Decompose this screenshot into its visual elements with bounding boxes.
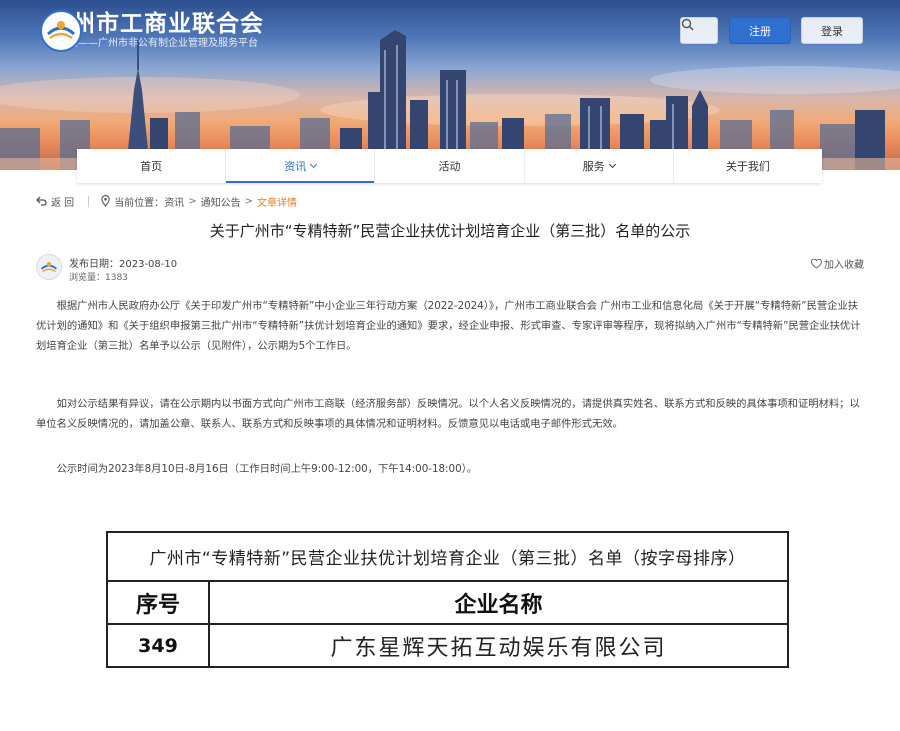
- header-banner: 广州市工商业联合会 穗企通——广州市非公有制企业管理及服务平台 注册 登录: [0, 0, 900, 170]
- location-icon: [101, 195, 110, 207]
- location-path: 当前位置： 资讯 > 通知公告 > 文章详情: [101, 194, 297, 209]
- article-meta: 发布日期：2023-08-10 浏览量：1383 加入收藏: [36, 254, 864, 284]
- nav-label: 资讯: [284, 160, 307, 173]
- table-row: 349 广东星辉天拓互动娱乐有限公司: [108, 625, 787, 666]
- search-button[interactable]: [680, 17, 718, 44]
- article-paragraph: 公示时间为2023年8月10日-8月16日（工作日时间上午9:00-12:00，…: [56, 463, 478, 475]
- nav-item-about[interactable]: 关于我们: [674, 149, 822, 183]
- breadcrumb-separator: >: [188, 195, 197, 207]
- register-button[interactable]: 注册: [729, 17, 791, 44]
- chevron-down-icon: [310, 160, 318, 169]
- nav-item-news[interactable]: 资讯: [226, 149, 376, 183]
- row-index: 349: [138, 634, 178, 657]
- site-logo[interactable]: 广州市工商业联合会 穗企通——广州市非公有制企业管理及服务平台: [40, 10, 264, 52]
- table-header-row: 序号 企业名称: [108, 582, 787, 625]
- article-title: 关于广州市“专精特新”民营企业扶优计划培育企业（第三批）名单的公示: [209, 222, 691, 240]
- nav-label: 关于我们: [725, 160, 770, 173]
- attachment-list-image: 广州市“专精特新”民营企业扶优计划培育企业（第三批）名单（按字母排序） 序号 企…: [106, 531, 789, 668]
- column-header-name: 企业名称: [454, 592, 543, 618]
- back-label: 返 回: [51, 197, 75, 209]
- article-paragraph: 根据广州市人民政府办公厅《关于印发广州市“专精特新”中小企业三年行动方案（202…: [36, 300, 861, 352]
- heart-icon: [811, 258, 822, 269]
- publish-date: 发布日期：2023-08-10: [69, 259, 178, 270]
- chevron-down-icon: [608, 160, 616, 169]
- login-button[interactable]: 登录: [801, 17, 863, 44]
- attachment-caption: 广州市“专精特新”民营企业扶优计划培育企业（第三批）名单（按字母排序）: [108, 533, 787, 582]
- breadcrumb-prefix: 当前位置：: [114, 197, 165, 209]
- breadcrumb: 返 回 当前位置： 资讯 > 通知公告 > 文章详情: [36, 194, 297, 209]
- back-icon: [36, 196, 47, 206]
- breadcrumb-item-news[interactable]: 资讯: [164, 194, 184, 209]
- favorite-label: 加入收藏: [824, 260, 864, 271]
- column-header-index: 序号: [135, 592, 180, 618]
- nav-item-home[interactable]: 首页: [77, 149, 227, 183]
- nav-item-events[interactable]: 活动: [375, 149, 525, 183]
- view-count: 浏览量：1383: [69, 273, 128, 283]
- breadcrumb-item-current: 文章详情: [256, 197, 297, 209]
- company-name: 广东星辉天拓互动娱乐有限公司: [330, 635, 667, 661]
- search-icon: [681, 18, 694, 31]
- back-button[interactable]: 返 回: [36, 194, 74, 209]
- nav-item-services[interactable]: 服务: [525, 149, 674, 183]
- add-favorite-button[interactable]: 加入收藏: [811, 256, 864, 271]
- nav-label: 服务: [582, 160, 605, 173]
- article-paragraph: 如对公示结果有异议，请在公示期内以书面方式向广州市工商联（经济服务部）反映情况。…: [36, 398, 860, 430]
- main-nav: 首页 资讯 活动 服务 关于我们: [77, 149, 822, 183]
- logo-emblem: [40, 10, 82, 52]
- breadcrumb-item-notices[interactable]: 通知公告: [201, 194, 241, 209]
- divider: [88, 195, 90, 207]
- breadcrumb-separator: >: [244, 195, 253, 207]
- nav-label: 活动: [438, 160, 461, 173]
- avatar: [36, 254, 62, 280]
- nav-label: 首页: [140, 160, 163, 173]
